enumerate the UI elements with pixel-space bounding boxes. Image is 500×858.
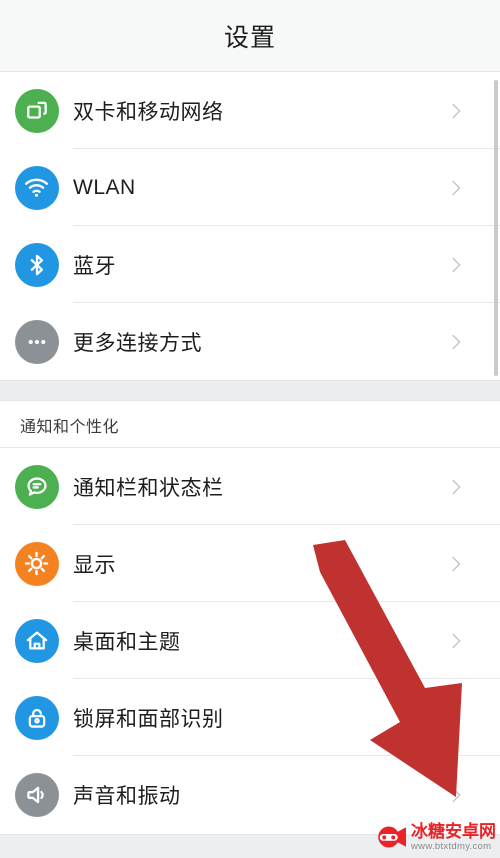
settings-row-label: WLAN <box>73 175 136 199</box>
row-icon-wrap <box>0 319 73 364</box>
row-icon-wrap <box>0 88 73 133</box>
brightness-icon <box>14 541 59 586</box>
row-icon-wrap <box>0 464 73 509</box>
bluetooth-icon <box>14 242 59 287</box>
chevron-right-icon <box>445 476 500 498</box>
settings-row-label: 蓝牙 <box>73 254 116 278</box>
section-header-label: 通知和个性化 <box>20 418 120 436</box>
settings-row[interactable]: 锁屏和面部识别 <box>0 679 500 756</box>
list-group: 双卡和移动网络 WLAN 蓝牙更多连接方式 <box>0 72 500 380</box>
settings-row[interactable]: 更多连接方式 <box>0 303 500 380</box>
chevron-right-icon <box>445 100 500 122</box>
lock-icon <box>14 695 59 740</box>
settings-row[interactable]: WLAN <box>0 149 500 226</box>
settings-row-label: 更多连接方式 <box>73 331 202 355</box>
wifi-icon <box>14 165 59 210</box>
chevron-right-icon <box>445 630 500 652</box>
chevron-right-icon <box>445 254 500 276</box>
row-icon-wrap <box>0 772 73 817</box>
row-icon-wrap <box>0 618 73 663</box>
settings-row-label: 锁屏和面部识别 <box>73 707 224 731</box>
settings-row-label: 桌面和主题 <box>73 630 181 654</box>
watermark-url: www.btxtdmy.com <box>411 840 492 852</box>
section-gap <box>0 380 500 401</box>
row-icon-wrap <box>0 242 73 287</box>
row-icon-wrap <box>0 165 73 210</box>
chevron-right-icon <box>445 553 500 575</box>
list-group: 通知栏和状态栏 显示桌面和主题锁屏和面部识别 声音和振动 <box>0 448 500 833</box>
chevron-right-icon <box>445 331 500 353</box>
settings-screen: 设置 双卡和移动网络 WLAN 蓝牙更多连接方式通知和个性化通知栏和状态栏 显示桌面和… <box>0 0 500 858</box>
page-title: 设置 <box>223 23 276 52</box>
settings-row[interactable]: 桌面和主题 <box>0 602 500 679</box>
site-watermark: 冰糖安卓网 www.btxtdmy.com <box>376 822 496 852</box>
speaker-icon <box>14 772 59 817</box>
settings-row-label: 通知栏和状态栏 <box>73 476 224 500</box>
settings-row-label: 双卡和移动网络 <box>73 100 224 124</box>
chevron-right-icon <box>445 784 500 806</box>
home-icon <box>14 618 59 663</box>
more-dots-icon <box>14 319 59 364</box>
notification-chat-icon <box>14 464 59 509</box>
title-bar: 设置 <box>0 0 500 72</box>
section-header: 通知和个性化 <box>0 401 500 448</box>
settings-row[interactable]: 双卡和移动网络 <box>0 72 500 149</box>
row-icon-wrap <box>0 695 73 740</box>
vertical-scrollbar[interactable] <box>494 80 498 376</box>
settings-list: 双卡和移动网络 WLAN 蓝牙更多连接方式通知和个性化通知栏和状态栏 显示桌面和主题锁… <box>0 72 500 833</box>
row-icon-wrap <box>0 541 73 586</box>
chevron-right-icon <box>445 177 500 199</box>
settings-row-label: 声音和振动 <box>73 784 181 808</box>
sim-cards-icon <box>14 88 59 133</box>
settings-row[interactable]: 通知栏和状态栏 <box>0 448 500 525</box>
settings-row-label: 显示 <box>73 553 116 577</box>
watermark-brand: 冰糖安卓网 <box>411 821 496 841</box>
settings-row[interactable]: 显示 <box>0 525 500 602</box>
watermark-logo-icon <box>376 822 406 852</box>
chevron-right-icon <box>445 707 500 729</box>
settings-row[interactable]: 蓝牙 <box>0 226 500 303</box>
